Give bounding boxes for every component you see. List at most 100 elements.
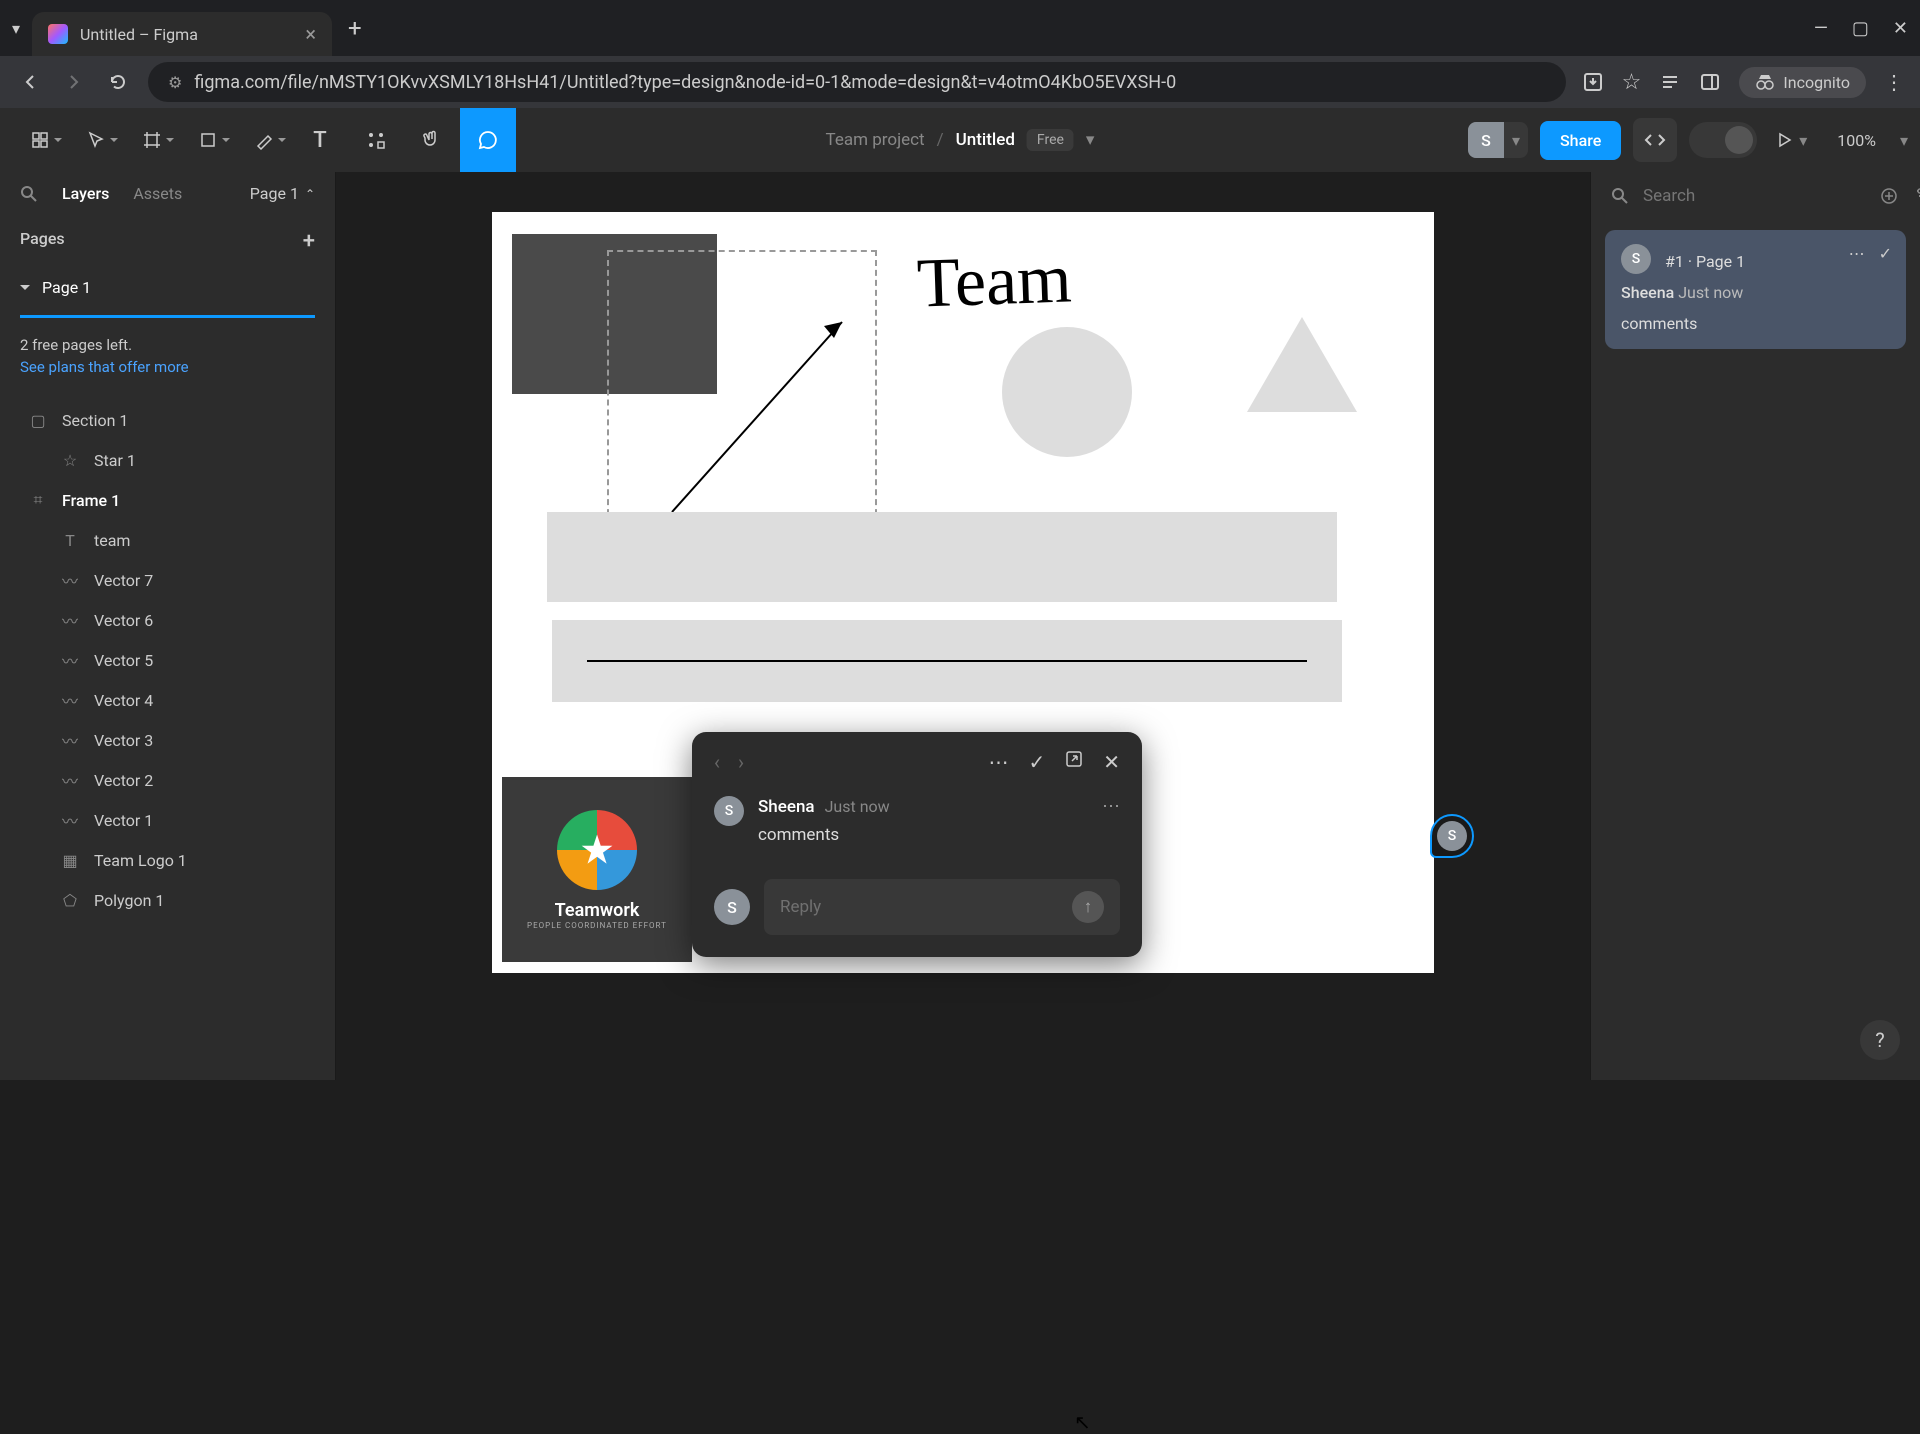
layer-list: ▢Section 1☆Star 1⌗Frame 1Tteam〰Vector 7〰… (0, 400, 335, 1080)
page-selector[interactable]: Page 1 ⌃ (250, 184, 315, 203)
comment-tool[interactable] (460, 108, 516, 172)
browser-menu-icon[interactable]: ⋮ (1884, 70, 1904, 94)
project-name[interactable]: Team project (826, 130, 925, 150)
more-icon[interactable]: ⋯ (988, 750, 1008, 774)
reply-input[interactable]: Reply ↑ (764, 879, 1120, 935)
layer-item[interactable]: 〰Vector 3 (0, 720, 335, 760)
layer-item[interactable]: ▦Team Logo 1 (0, 840, 335, 880)
reload-icon[interactable] (104, 68, 132, 96)
comment-options-icon[interactable]: ⋯ (1102, 796, 1120, 817)
free-badge[interactable]: Free (1027, 129, 1074, 151)
filter-icon[interactable] (1913, 186, 1920, 206)
vector-icon: 〰 (60, 690, 80, 710)
card-resolve-icon[interactable]: ✓ (1879, 244, 1892, 263)
tab-dropdown-icon[interactable]: ▾ (12, 19, 20, 38)
team-logo[interactable]: Teamwork PEOPLE COORDINATED EFFORT (502, 777, 692, 962)
comment-search-input[interactable] (1643, 186, 1865, 206)
url-bar[interactable]: ⚙ figma.com/file/nMSTY1OKvvXSMLY18HsH41/… (148, 62, 1566, 102)
frame-tool[interactable] (124, 108, 180, 172)
layers-tab[interactable]: Layers (62, 184, 109, 203)
site-settings-icon[interactable]: ⚙ (168, 73, 182, 92)
vector-icon: 〰 (60, 650, 80, 670)
comment-avatar: S (714, 796, 744, 826)
bookmark-icon[interactable]: ☆ (1622, 70, 1642, 95)
arrow-vector[interactable] (662, 302, 862, 522)
resolve-icon[interactable]: ✓ (1028, 750, 1045, 774)
vector-icon: 〰 (60, 570, 80, 590)
move-tool[interactable] (68, 108, 124, 172)
resources-tool[interactable] (348, 108, 404, 172)
ellipse-shape[interactable] (1002, 327, 1132, 457)
close-window-icon[interactable]: ✕ (1893, 18, 1908, 39)
wide-rect-1[interactable] (547, 512, 1337, 602)
layer-item[interactable]: 〰Vector 2 (0, 760, 335, 800)
layer-item[interactable]: 〰Vector 6 (0, 600, 335, 640)
pen-tool[interactable] (236, 108, 292, 172)
add-page-button[interactable]: + (303, 229, 315, 254)
layer-item[interactable]: 〰Vector 5 (0, 640, 335, 680)
chevron-down-icon[interactable]: ▾ (1900, 131, 1908, 150)
back-icon[interactable] (16, 68, 44, 96)
file-name[interactable]: Untitled (956, 130, 1015, 150)
send-reply-button[interactable]: ↑ (1072, 891, 1104, 923)
image-icon: ▦ (60, 850, 80, 870)
figma-favicon-icon (48, 24, 68, 44)
comment-pin[interactable]: S (1430, 814, 1474, 858)
search-icon[interactable] (20, 185, 38, 203)
install-icon[interactable] (1582, 71, 1604, 93)
share-button[interactable]: Share (1540, 121, 1621, 160)
reading-list-icon[interactable] (1659, 71, 1681, 93)
team-text[interactable]: Team (916, 239, 1073, 324)
layer-item[interactable]: 〰Vector 1 (0, 800, 335, 840)
text-tool[interactable]: T (292, 108, 348, 172)
prev-comment-icon[interactable]: ‹ (714, 750, 720, 774)
triangle-shape[interactable] (1247, 317, 1357, 412)
present-button[interactable]: ▾ (1769, 118, 1813, 162)
maximize-icon[interactable]: ▢ (1852, 18, 1869, 39)
assets-tab[interactable]: Assets (133, 184, 182, 203)
side-panel-icon[interactable] (1699, 71, 1721, 93)
cursor-icon: ↖ (1074, 1410, 1091, 1434)
star-icon: ☆ (60, 450, 80, 470)
chevron-down-icon[interactable]: ▾ (1086, 130, 1095, 150)
close-icon[interactable]: ✕ (1103, 750, 1120, 774)
help-button[interactable]: ? (1860, 1020, 1900, 1060)
new-tab-button[interactable]: + (348, 14, 362, 42)
frame-1[interactable]: Team Teamwork PEOPLE COORDINATED EFFORT … (492, 212, 1434, 973)
vector-icon: 〰 (60, 810, 80, 830)
pages-notice: 2 free pages left. See plans that offer … (20, 315, 315, 384)
layer-item[interactable]: 〰Vector 7 (0, 560, 335, 600)
layer-item[interactable]: 〰Vector 4 (0, 680, 335, 720)
sort-icon[interactable] (1879, 186, 1899, 206)
card-more-icon[interactable]: ⋯ (1849, 244, 1865, 263)
minimize-icon[interactable]: — (1814, 18, 1828, 39)
user-avatar[interactable]: S (1468, 122, 1504, 158)
hand-tool[interactable] (404, 108, 460, 172)
see-plans-link[interactable]: See plans that offer more (20, 358, 315, 376)
close-tab-icon[interactable]: × (305, 22, 316, 46)
next-comment-icon[interactable]: › (738, 750, 744, 774)
main-menu-button[interactable] (12, 108, 68, 172)
incognito-badge[interactable]: Incognito (1739, 67, 1866, 98)
layer-item[interactable]: ⬠Polygon 1 (0, 880, 335, 920)
layer-item[interactable]: ⌗Frame 1 (0, 480, 335, 520)
zoom-level[interactable]: 100% (1825, 131, 1888, 150)
layer-item[interactable]: Tteam (0, 520, 335, 560)
vector-icon: 〰 (60, 770, 80, 790)
browser-tab[interactable]: Untitled – Figma × (32, 12, 332, 56)
layer-item[interactable]: ▢Section 1 (0, 400, 335, 440)
canvas[interactable]: Fra Section 1 Team Teamwork PEOPLE COORD… (336, 172, 1590, 1080)
layer-item[interactable]: ☆Star 1 (0, 440, 335, 480)
dock-icon[interactable] (1065, 750, 1083, 774)
comment-card[interactable]: S ⋯ ✓ #1 · Page 1 Sheena Just now commen… (1605, 230, 1906, 349)
page-item[interactable]: Page 1 (0, 268, 335, 307)
wide-rect-2[interactable] (552, 620, 1342, 702)
toggle-on[interactable] (1725, 126, 1753, 154)
toggle-off[interactable] (1693, 126, 1721, 154)
search-icon[interactable] (1611, 187, 1629, 205)
dev-mode-button[interactable] (1633, 118, 1677, 162)
logo-circle-icon (557, 810, 637, 890)
shape-tool[interactable] (180, 108, 236, 172)
chevron-down-icon[interactable]: ▾ (1512, 131, 1520, 150)
document-title-area[interactable]: Team project / Untitled Free ▾ (826, 129, 1095, 151)
